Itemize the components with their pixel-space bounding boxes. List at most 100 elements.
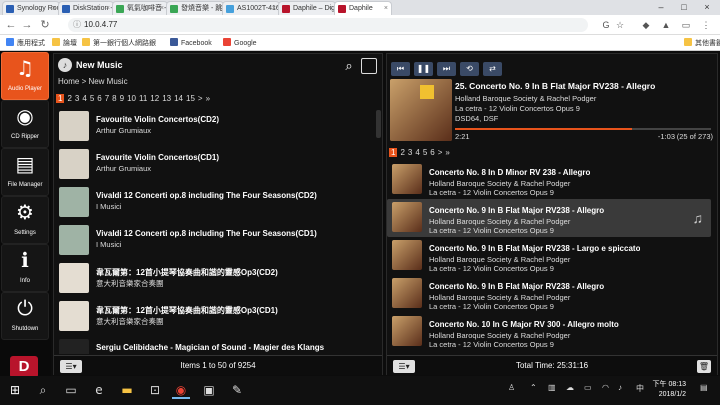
task-view-icon[interactable]: ▭ [62,381,80,399]
page-link[interactable]: 3 [75,94,79,103]
app-icon[interactable]: ✎ [228,381,246,399]
cast-icon[interactable]: ▭ [680,19,692,31]
browser-tab[interactable]: AS1002T-416 × [222,1,280,15]
browser-tab[interactable]: 氧氣咖啡音 - × [112,1,168,15]
people-icon[interactable]: ♙ [508,383,515,392]
page-link[interactable]: 12 [150,94,159,103]
url-input[interactable]: ⓘ 10.0.4.77 [68,18,588,32]
page-link[interactable]: 15 [186,94,195,103]
page-link[interactable]: 2 [67,94,71,103]
translate-icon[interactable]: G [600,19,612,31]
list-item[interactable]: Vivaldi 12 Concerti op.8 including The F… [54,222,376,260]
close-icon[interactable]: × [272,2,276,15]
page-link[interactable]: 4 [82,94,86,103]
wifi-icon[interactable]: ◠ [602,383,609,392]
queue-item[interactable]: Concerto No. 9 In B Flat Major RV238 - A… [387,275,711,313]
notification-icon[interactable]: ▤ [700,383,708,392]
list-item[interactable]: 韋瓦爾第：12首小提琴協奏曲和諧的靈感Op3(CD1) 意大利音樂家合奏團 [54,298,376,336]
close-icon[interactable]: × [384,2,388,15]
bookmark-item[interactable]: Facebook [170,38,212,48]
maximize-icon[interactable]: □ [673,0,695,15]
page-link[interactable]: 1 [389,148,398,157]
browser-tab[interactable]: Daphile × [334,1,392,15]
page-link[interactable]: 1 [56,94,65,103]
next-button[interactable]: ⏭ [437,62,456,76]
page-link[interactable]: 5 [423,148,427,157]
ime-icon[interactable]: 中 [636,383,644,394]
trash-icon[interactable]: 🗑 [697,360,711,373]
app-icon[interactable]: ▣ [200,381,218,399]
previous-button[interactable]: ⏮ [391,62,410,76]
page-link[interactable]: > [198,94,203,103]
chevron-up-icon[interactable]: ⌃ [530,383,537,392]
select-icon[interactable] [361,58,377,74]
queue-item[interactable]: Concerto No. 9 In B Flat Major RV238 - L… [387,237,711,275]
shuffle-button[interactable]: ⇄ [483,62,502,76]
network-icon[interactable]: ▥ [548,383,556,392]
list-menu-button[interactable]: ☰▾ [60,360,82,373]
page-link[interactable]: 10 [127,94,136,103]
page-link[interactable]: » [206,94,210,103]
back-icon[interactable]: ← [4,18,18,32]
queue-menu-button[interactable]: ☰▾ [393,360,415,373]
page-link[interactable]: 2 [400,148,404,157]
list-item[interactable]: Favourite Violin Concertos(CD1) Arthur Gr… [54,146,376,184]
list-item[interactable]: 韋瓦爾第：12首小提琴協奏曲和諧的靈感Op3(CD2) 意大利音樂家合奏團 [54,260,376,298]
list-item[interactable]: Favourite Violin Concertos(CD2) Arthur Gr… [54,108,376,146]
battery-icon[interactable]: ▭ [584,383,592,392]
repeat-button[interactable]: ⟲ [460,62,479,76]
search-icon[interactable]: ⌕ [34,381,52,399]
minimize-icon[interactable]: – [650,0,672,15]
page-link[interactable]: 4 [415,148,419,157]
edge-icon[interactable]: e [90,381,108,399]
scrollbar[interactable] [376,110,381,138]
close-icon[interactable]: × [106,2,110,15]
page-link[interactable]: 11 [139,94,147,103]
page-link[interactable]: 7 [105,94,109,103]
extension-icon[interactable]: ◆ [640,19,652,31]
browser-tab[interactable]: DiskStation - × [58,1,114,15]
sidebar-item-info[interactable]: ℹ Info [1,244,49,292]
bookmark-item[interactable]: 其他書籤 [684,38,720,48]
page-link[interactable]: > [438,148,443,157]
progress-bar[interactable] [455,128,711,130]
browser-tab[interactable]: Daphile – Digi × [278,1,336,15]
queue-item[interactable]: Concerto No. 10 In G Major RV 300 - Alle… [387,313,711,351]
close-icon[interactable]: × [52,2,56,15]
search-icon[interactable]: ⌕ [340,58,358,74]
close-icon[interactable]: × [328,2,332,15]
chrome-icon[interactable]: ◉ [172,381,190,399]
sidebar-item-file-manager[interactable]: ▤ File Manager [1,148,49,196]
close-icon[interactable]: × [216,2,220,15]
pause-button[interactable]: ❚❚ [414,62,433,76]
extension-icon[interactable]: ▲ [660,19,672,31]
page-link[interactable]: 8 [112,94,116,103]
queue-item[interactable]: Concerto No. 9 In B Flat Major RV238 - A… [387,199,711,237]
close-icon[interactable]: × [696,0,718,15]
queue-item[interactable]: Concerto No. 8 In D Minor RV 238 - Alleg… [387,161,711,199]
page-link[interactable]: » [445,148,449,157]
page-link[interactable]: 13 [162,94,171,103]
star-icon[interactable]: ☆ [614,19,626,31]
page-link[interactable]: 3 [408,148,412,157]
page-link[interactable]: 6 [97,94,101,103]
list-item[interactable]: Sergiu Celibidache - Magician of Sound -… [54,336,376,354]
windows-start-icon[interactable]: ⊞ [6,381,24,399]
sidebar-item-shutdown[interactable]: ⏻ Shutdown [1,292,49,340]
system-clock[interactable]: 下午 08:13 2018/1/2 [653,380,686,400]
volume-icon[interactable]: ♪ [618,383,622,392]
bookmark-item[interactable]: Google [223,38,257,48]
close-icon[interactable]: × [160,2,164,15]
bookmark-item[interactable]: 論壇 [52,38,77,48]
forward-icon[interactable]: → [20,18,34,32]
onedrive-icon[interactable]: ☁ [566,383,574,392]
bookmark-item[interactable]: 第一銀行個人網路銀 [82,38,156,48]
page-link[interactable]: 14 [174,94,183,103]
browser-tab[interactable]: Synology Rou × [2,1,60,15]
page-link[interactable]: 9 [120,94,124,103]
breadcrumb[interactable]: Home > New Music [58,77,128,86]
bookmark-item[interactable]: 應用程式 [6,38,45,48]
menu-icon[interactable]: ⋮ [700,19,712,31]
reload-icon[interactable]: ↻ [38,18,52,32]
sidebar-item-settings[interactable]: ⚙ Settings [1,196,49,244]
